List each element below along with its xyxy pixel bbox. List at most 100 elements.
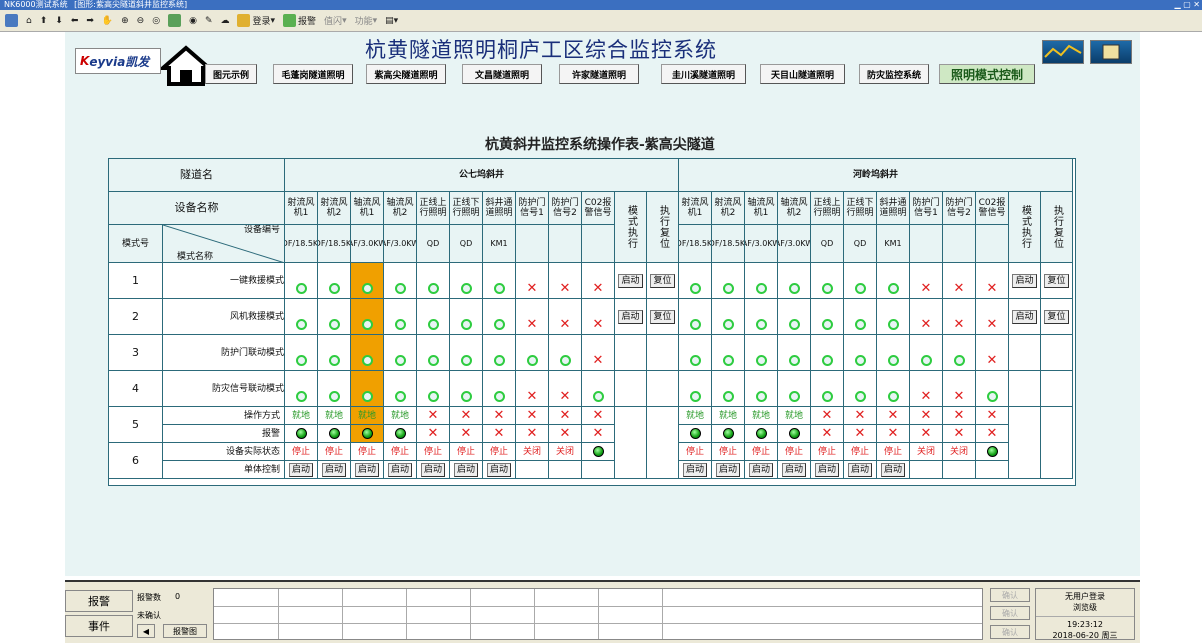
mode-2-s1-status: ✕ bbox=[549, 299, 582, 335]
zoom-fit-icon[interactable]: ◎ bbox=[149, 13, 163, 29]
status-ok-icon bbox=[821, 319, 833, 330]
arrow-down-icon[interactable]: ⬇ bbox=[52, 13, 66, 29]
event-tab-button[interactable]: 事件 bbox=[65, 615, 133, 637]
single-start-button[interactable]: 启动 bbox=[814, 462, 839, 477]
menu-icon[interactable]: ▤▾ bbox=[382, 13, 401, 29]
single-start-button[interactable]: 启动 bbox=[715, 462, 740, 477]
nav-zigaojian[interactable]: 紫高尖隧道照明 bbox=[366, 64, 446, 84]
single-s2-1: 启动 bbox=[712, 461, 745, 479]
status-fault-icon: ✕ bbox=[493, 408, 505, 423]
login-button[interactable]: 登录 ▾ bbox=[234, 13, 278, 29]
status-ok-icon bbox=[887, 355, 899, 366]
app-icon[interactable] bbox=[2, 13, 21, 29]
device-name-0-6: 斜井通道照明 bbox=[483, 192, 516, 225]
alarm-chart-button[interactable]: 报警图 bbox=[163, 624, 207, 638]
mode-no-2: 2 bbox=[109, 299, 163, 335]
mode-3-s2-status bbox=[877, 335, 910, 371]
edit-icon[interactable]: ✎ bbox=[202, 13, 216, 29]
single-start-button[interactable]: 启动 bbox=[321, 462, 346, 477]
chart-icon[interactable] bbox=[165, 13, 184, 29]
status-ok-icon bbox=[493, 319, 505, 330]
op-mode-s1-3: 就地 bbox=[384, 407, 417, 425]
device-code-1-6: KM1 bbox=[877, 225, 910, 263]
confirm-button-3[interactable]: 确认 bbox=[990, 625, 1030, 639]
single-start-button[interactable]: 启动 bbox=[781, 462, 806, 477]
op-mode-s1-9: ✕ bbox=[582, 407, 615, 425]
zoom-out-icon[interactable]: ⊖ bbox=[134, 13, 148, 29]
confirm-button-1[interactable]: 确认 bbox=[990, 588, 1030, 602]
single-start-button[interactable]: 启动 bbox=[880, 462, 905, 477]
home-house-icon[interactable] bbox=[161, 44, 211, 88]
nav-wenchang[interactable]: 文昌隧道照明 bbox=[462, 64, 542, 84]
op-mode-s2-4: ✕ bbox=[811, 407, 844, 425]
mode-start-button[interactable]: 启动 bbox=[618, 273, 643, 288]
single-start-button[interactable]: 启动 bbox=[354, 462, 379, 477]
single-start-button[interactable]: 启动 bbox=[486, 462, 511, 477]
device-name-1-8: 防护门信号2 bbox=[943, 192, 976, 225]
history-curve-icon[interactable] bbox=[1042, 40, 1084, 64]
mode-reset-button[interactable]: 复位 bbox=[650, 273, 675, 288]
home-icon[interactable]: ⌂ bbox=[23, 13, 35, 29]
mode-1-s1-status bbox=[384, 263, 417, 299]
single-start-button[interactable]: 启动 bbox=[288, 462, 313, 477]
function-button[interactable]: 功能 ▾ bbox=[352, 13, 381, 29]
status-ok-icon bbox=[953, 355, 965, 366]
mode-name-2: 风机救援模式 bbox=[163, 299, 285, 335]
status-s2-3: 停止 bbox=[778, 443, 811, 461]
empty-col-0 bbox=[615, 407, 647, 479]
nav-tianmushan[interactable]: 天目山隧道照明 bbox=[760, 64, 845, 84]
alarm-s1-0 bbox=[285, 425, 318, 443]
globe-icon[interactable]: ◉ bbox=[186, 13, 200, 29]
nav-lighting-mode[interactable]: 照明模式控制 bbox=[939, 64, 1035, 84]
mode-reset-button[interactable]: 复位 bbox=[1044, 309, 1069, 324]
prev-arrow-icon[interactable]: ◀ bbox=[137, 624, 155, 638]
mode-1-s2-status bbox=[844, 263, 877, 299]
nav-element-demo[interactable]: 图元示例 bbox=[205, 64, 257, 84]
hand-icon[interactable]: ✋ bbox=[99, 13, 116, 29]
mode-4-s2-status: ✕ bbox=[910, 371, 943, 407]
nav-maopenggang[interactable]: 毛蓬岗隧道照明 bbox=[273, 64, 353, 84]
nav-guichuanxi[interactable]: 圭川溪隧道照明 bbox=[661, 64, 746, 84]
single-start-button[interactable]: 启动 bbox=[420, 462, 445, 477]
confirm-button-2[interactable]: 确认 bbox=[990, 606, 1030, 620]
history-record-icon[interactable] bbox=[1090, 40, 1132, 64]
status-fault-icon: ✕ bbox=[953, 426, 965, 441]
device-code-1-7 bbox=[910, 225, 943, 263]
zoom-in-icon[interactable]: ⊕ bbox=[118, 13, 132, 29]
device-name-0-9: C02报警信号 bbox=[582, 192, 615, 225]
mode-start-button[interactable]: 启动 bbox=[1012, 309, 1037, 324]
mode-exec-label-0: 模式执行 bbox=[615, 192, 647, 263]
single-start-button[interactable]: 启动 bbox=[682, 462, 707, 477]
mode-1-reset-cell-2: 复位 bbox=[1041, 263, 1073, 299]
alarm-list[interactable] bbox=[213, 588, 983, 640]
status-ok-icon bbox=[361, 355, 373, 366]
alarm-button[interactable]: 报警 bbox=[280, 13, 319, 29]
nav-disaster-monitor[interactable]: 防灾监控系统 bbox=[859, 64, 929, 84]
mode-1-s1-status: ✕ bbox=[582, 263, 615, 299]
device-name-0-0: 射流风机1 bbox=[285, 192, 318, 225]
mode-start-button[interactable]: 启动 bbox=[1012, 273, 1037, 288]
mode-start-button[interactable]: 启动 bbox=[618, 309, 643, 324]
arrow-right-icon[interactable]: ➡ bbox=[83, 13, 97, 29]
window-controls[interactable]: ▁ ▢ ✕ bbox=[1175, 0, 1201, 10]
single-start-button[interactable]: 启动 bbox=[387, 462, 412, 477]
device-code-1-1: ADF/18.5KW bbox=[712, 225, 745, 263]
device-code-0-0: ADF/18.5KW bbox=[285, 225, 318, 263]
single-start-button[interactable]: 启动 bbox=[748, 462, 773, 477]
single-start-button[interactable]: 启动 bbox=[847, 462, 872, 477]
mode-4-s1-status: ✕ bbox=[516, 371, 549, 407]
clear-button[interactable]: 值闪 ▾ bbox=[321, 13, 350, 29]
single-start-button[interactable]: 启动 bbox=[453, 462, 478, 477]
mode-reset-button[interactable]: 复位 bbox=[1044, 273, 1069, 288]
nav-xujia[interactable]: 许家隧道照明 bbox=[559, 64, 639, 84]
alarm-tab-button[interactable]: 报警 bbox=[65, 590, 133, 612]
mode-1-exec-cell-1: 启动 bbox=[615, 263, 647, 299]
arrow-left-icon[interactable]: ⬅ bbox=[68, 13, 82, 29]
mode-reset-button[interactable]: 复位 bbox=[650, 309, 675, 324]
mode-2-s2-status: ✕ bbox=[910, 299, 943, 335]
alarm-lamp-icon bbox=[361, 428, 373, 439]
mode-3-reset-cell-2 bbox=[1041, 335, 1073, 371]
status-fault-icon: ✕ bbox=[460, 408, 472, 423]
arrow-up-icon[interactable]: ⬆ bbox=[37, 13, 51, 29]
cloud-icon[interactable]: ☁ bbox=[217, 13, 232, 29]
